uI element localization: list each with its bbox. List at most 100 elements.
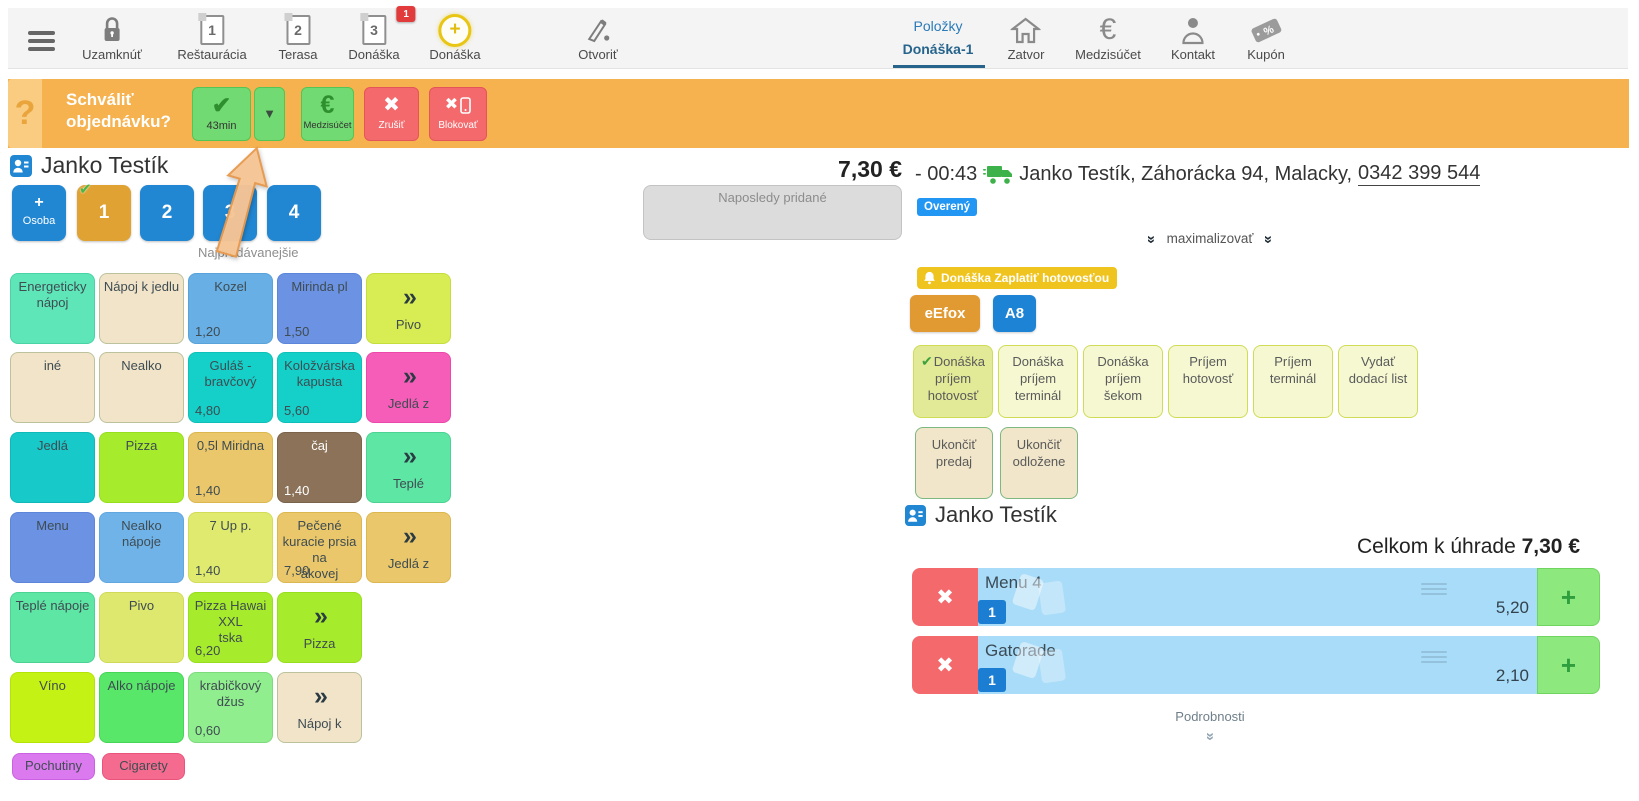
receipt-watermark-icon — [1038, 580, 1066, 615]
category-button[interactable]: Cigarety — [102, 753, 185, 780]
action-button[interactable]: Donáška príjem terminál — [998, 345, 1078, 418]
category-button[interactable]: Menu — [10, 512, 95, 583]
action-button[interactable]: Vydať dodací list — [1338, 345, 1418, 418]
item-quantity-badge: 1 — [978, 600, 1006, 624]
product-button[interactable]: Pečené kuracie prsia naákovej7,90 — [277, 512, 362, 583]
toolbar-item-kontakt[interactable]: Kontakt — [1171, 14, 1215, 64]
last-added-label: Naposledy pridané — [644, 190, 901, 205]
action-button[interactable]: Príjem terminál — [1253, 345, 1333, 418]
tab-label-donaska-1: Donáška-1 — [903, 41, 974, 57]
category-button[interactable]: Pivo — [99, 592, 184, 663]
person-button-4[interactable]: 4 — [267, 185, 321, 241]
approve-dropdown-button[interactable]: ▼ — [254, 87, 285, 141]
add-person-button[interactable]: +Osoba — [12, 185, 66, 241]
category-button[interactable]: Nealko nápoje — [99, 512, 184, 583]
category-button[interactable]: Jedlá — [10, 432, 95, 503]
printer-button-a8[interactable]: A8 — [993, 295, 1036, 332]
current-total: 7,30 € — [838, 156, 902, 183]
order-customer-name: Janko Testík — [935, 502, 1057, 528]
more-label: Jedlá z — [370, 556, 447, 572]
more-button[interactable]: »Teplé — [366, 432, 451, 503]
order-item[interactable]: Menu 415,20 — [978, 568, 1537, 626]
tab-items-delivery[interactable]: Položky Donáška-1 — [903, 18, 974, 57]
drag-handle-icon[interactable] — [1421, 580, 1447, 598]
product-button[interactable]: Mirinda pl1,50 — [277, 273, 362, 344]
finish-button[interactable]: Ukončiť odložene — [1000, 427, 1078, 499]
product-button[interactable]: Pizza Hawai XXLtska6,20 — [188, 592, 273, 663]
printer-button-eefox[interactable]: eEfox — [910, 295, 980, 332]
toolbar-item-kupon[interactable]: %Kupón — [1247, 14, 1285, 64]
more-button[interactable]: »Pivo — [366, 273, 451, 344]
product-button[interactable]: čaj1,40 — [277, 432, 362, 503]
delivery-truck-icon — [983, 163, 1013, 185]
toolbar-item-label: Zatvor — [1008, 47, 1045, 62]
toolbar-item-medzisucet[interactable]: €Medzisúčet — [1075, 14, 1141, 64]
phone-link[interactable]: 0342 399 544 — [1358, 162, 1480, 186]
delivery-header: - 00:43 Janko Testík, Záhorácka 94, Mala… — [915, 162, 1480, 186]
toolbar-item-uzamknut[interactable]: Uzamknúť — [82, 14, 142, 64]
more-button[interactable]: »Jedlá z — [366, 512, 451, 583]
person-number: 3 — [203, 185, 257, 241]
toolbar-item-otvorit[interactable]: Otvoriť — [578, 14, 618, 64]
category-button[interactable]: Teplé nápoje — [10, 592, 95, 663]
tab-active-underline — [893, 65, 985, 68]
increase-qty-button[interactable]: + — [1537, 568, 1600, 626]
product-button[interactable]: 0,5l Miridna1,40 — [188, 432, 273, 503]
increase-qty-button[interactable]: + — [1537, 636, 1600, 694]
toolbar-item-zatvor[interactable]: Zatvor — [1008, 14, 1045, 64]
tab-label-polozky: Položky — [903, 18, 974, 34]
person-card-icon — [10, 155, 32, 177]
toolbar-item-donaska-nova[interactable]: +Donáška — [429, 14, 480, 64]
details-toggle[interactable]: Podrobnosti » — [1175, 709, 1244, 744]
menu-icon[interactable] — [28, 27, 55, 55]
approve-order-button[interactable]: ✔ 43min — [192, 87, 251, 141]
check-icon: ✔ — [921, 353, 933, 369]
action-button[interactable]: Donáška príjem šekom — [1083, 345, 1163, 418]
person-button-2[interactable]: 2 — [140, 185, 194, 241]
finish-button[interactable]: Ukončiť predaj — [915, 427, 993, 499]
person-button-3[interactable]: 3 — [203, 185, 257, 241]
remove-item-button[interactable]: ✖ — [912, 636, 978, 694]
product-button[interactable]: 7 Up p. 1,40 — [188, 512, 273, 583]
action-button[interactable]: Príjem hotovosť — [1168, 345, 1248, 418]
more-label: Pizza — [281, 636, 358, 652]
order-item[interactable]: Gatorade12,10 — [978, 636, 1537, 694]
cell-label: Jedlá — [37, 438, 68, 453]
product-button[interactable]: Koložvárska kapusta5,60 — [277, 352, 362, 423]
cell-label: 7 Up p. — [210, 518, 252, 533]
product-button[interactable]: Guláš - bravčový4,80 — [188, 352, 273, 423]
subtotal-button[interactable]: € Medzisúčet — [301, 87, 354, 141]
cell-price: 1,40 — [195, 563, 220, 579]
person-button-1[interactable]: ✔1 — [77, 185, 131, 241]
euro-icon: € — [302, 91, 353, 119]
drag-handle-icon[interactable] — [1421, 648, 1447, 666]
maximize-toggle[interactable]: » maximalizovať » — [1148, 230, 1272, 247]
category-button[interactable]: Pizza — [99, 432, 184, 503]
approve-order-banner: ? Schváliť objednávku? ✔ 43min ▼ € Medzi… — [8, 79, 1629, 148]
cancel-order-button[interactable]: ✖ Zrušiť — [364, 87, 419, 141]
more-button[interactable]: »Jedlá z — [366, 352, 451, 423]
toolbar-item-restauracia[interactable]: 1Reštaurácia — [177, 14, 246, 64]
product-button[interactable]: Kozel1,20 — [188, 273, 273, 344]
more-button[interactable]: »Nápoj k — [277, 672, 362, 743]
category-button[interactable]: Alko nápoje — [99, 672, 184, 743]
cross-icon: ✖ — [365, 91, 418, 119]
action-button[interactable]: ✔Donáška príjem hotovosť — [913, 345, 993, 418]
category-button[interactable]: Energeticky nápoj — [10, 273, 95, 344]
block-customer-button[interactable]: ✖ Blokovať — [429, 87, 487, 141]
category-button[interactable]: Pochutiny — [12, 753, 95, 780]
category-button[interactable]: iné — [10, 352, 95, 423]
item-price: 2,10 — [1496, 666, 1529, 686]
more-button[interactable]: »Pizza — [277, 592, 362, 663]
category-button[interactable]: Nápoj k jedlu — [99, 273, 184, 344]
remove-item-button[interactable]: ✖ — [912, 568, 978, 626]
toolbar-item-donaska[interactable]: 31Donáška — [348, 14, 399, 64]
toolbar-item-terasa[interactable]: 2Terasa — [278, 14, 317, 64]
product-button[interactable]: krabičkový džus0,60 — [188, 672, 273, 743]
toolbar-item-label: Kupón — [1247, 47, 1285, 62]
topbar: Uzamknúť 1Reštaurácia 2Terasa 31Donáška +Don… — [8, 8, 1628, 69]
category-button[interactable]: Víno — [10, 672, 95, 743]
cell-price: 6,20 — [195, 643, 220, 659]
cell-label: Nápoj k jedlu — [104, 279, 179, 294]
category-button[interactable]: Nealko — [99, 352, 184, 423]
